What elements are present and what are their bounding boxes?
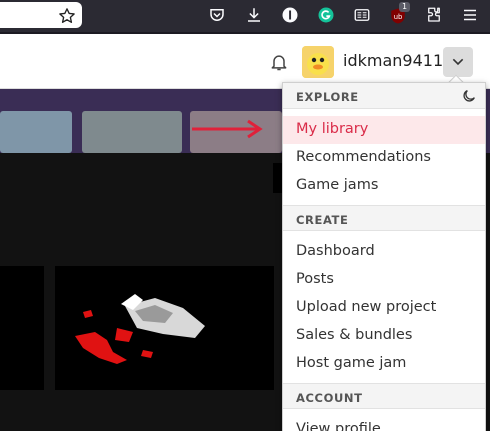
moon-icon[interactable] bbox=[461, 88, 477, 104]
menu-item-label: Recommendations bbox=[296, 149, 431, 165]
section-header-account: ACCOUNT bbox=[283, 383, 485, 409]
menu-item-my-library[interactable]: My library bbox=[283, 116, 485, 144]
username[interactable]: idkman9411 bbox=[343, 51, 443, 70]
menu-item-posts[interactable]: Posts bbox=[283, 266, 485, 294]
menu-item-sales-bundles[interactable]: Sales & bundles bbox=[283, 322, 485, 350]
menu-item-label: Game jams bbox=[296, 177, 379, 193]
menu-item-label: Dashboard bbox=[296, 243, 375, 259]
extension-badge: 1 bbox=[399, 2, 411, 12]
menu-item-label: My library bbox=[296, 121, 369, 137]
featured-game-thumb[interactable] bbox=[0, 111, 72, 153]
user-menu-toggle[interactable] bbox=[443, 47, 473, 77]
featured-game-thumb[interactable] bbox=[190, 111, 282, 153]
game-card[interactable] bbox=[0, 266, 44, 390]
grammarly-icon[interactable] bbox=[317, 6, 335, 24]
chevron-down-icon bbox=[452, 58, 464, 66]
avatar[interactable] bbox=[302, 46, 334, 78]
game-card[interactable] bbox=[55, 266, 274, 390]
screenshot-root: ub 1 idkman9411 EXPLORE My library Recom… bbox=[0, 0, 490, 431]
avatar-duck-icon bbox=[302, 46, 334, 78]
browser-toolbar: ub 1 bbox=[0, 0, 490, 32]
section-title: EXPLORE bbox=[296, 90, 359, 104]
featured-game-thumb[interactable] bbox=[82, 111, 182, 153]
svg-text:ub: ub bbox=[394, 13, 403, 21]
download-icon[interactable] bbox=[245, 6, 263, 24]
menu-item-upload-new-project[interactable]: Upload new project bbox=[283, 294, 485, 322]
ublock-extension[interactable]: ub 1 bbox=[389, 2, 411, 27]
section-title: CREATE bbox=[296, 213, 349, 227]
menu-item-view-profile[interactable]: View profile bbox=[283, 416, 485, 431]
user-dropdown-menu: EXPLORE My library Recommendations Game … bbox=[282, 82, 486, 431]
info-icon[interactable] bbox=[281, 6, 299, 24]
menu-item-label: Sales & bundles bbox=[296, 327, 413, 343]
star-icon[interactable] bbox=[58, 7, 76, 25]
menu-icon[interactable] bbox=[461, 6, 479, 24]
menu-item-game-jams[interactable]: Game jams bbox=[283, 172, 485, 200]
section-title: ACCOUNT bbox=[296, 391, 363, 405]
menu-item-label: Posts bbox=[296, 271, 334, 287]
section-header-explore: EXPLORE bbox=[283, 83, 485, 109]
site-header: idkman9411 bbox=[0, 34, 490, 89]
menu-item-label: Upload new project bbox=[296, 299, 437, 315]
menu-item-dashboard[interactable]: Dashboard bbox=[283, 238, 485, 266]
extensions-icon[interactable] bbox=[425, 6, 443, 24]
game-thumbnail-art-icon bbox=[75, 294, 205, 364]
url-bar[interactable] bbox=[0, 2, 82, 28]
section-header-create: CREATE bbox=[283, 205, 485, 231]
bell-icon[interactable] bbox=[269, 52, 289, 72]
pocket-icon[interactable] bbox=[208, 6, 226, 24]
reader-icon[interactable] bbox=[353, 6, 371, 24]
menu-item-label: Host game jam bbox=[296, 355, 407, 371]
menu-item-host-game-jam[interactable]: Host game jam bbox=[283, 350, 485, 378]
menu-item-label: View profile bbox=[296, 421, 381, 431]
arrow-decoration-icon bbox=[192, 119, 263, 139]
menu-item-recommendations[interactable]: Recommendations bbox=[283, 144, 485, 172]
